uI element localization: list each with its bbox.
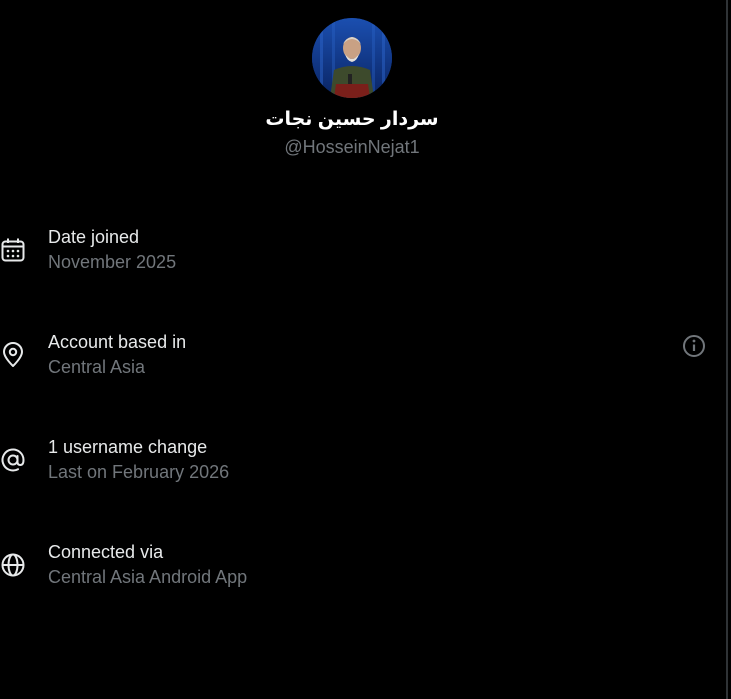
about-item-connected-via: Connected via Central Asia Android App xyxy=(0,542,726,602)
about-item-title: Account based in xyxy=(48,332,187,352)
about-item-title: Date joined xyxy=(48,227,140,247)
panel-divider xyxy=(726,0,728,699)
about-account-panel: سردار حسین نجات @HosseinNejat1 Date join… xyxy=(0,0,726,699)
location-pin-icon xyxy=(3,342,23,367)
about-item-date-joined: Date joined November 2025 xyxy=(0,227,726,287)
about-item-value: Last on February 2026 xyxy=(48,462,230,482)
about-item-title: Connected via xyxy=(48,542,164,562)
display-name: سردار حسین نجات xyxy=(265,109,439,130)
avatar-image xyxy=(312,18,392,98)
calendar-icon xyxy=(1,238,25,262)
about-item-value: November 2025 xyxy=(48,252,177,272)
at-sign-icon xyxy=(1,448,25,472)
about-item-title: 1 username change xyxy=(48,437,208,457)
about-item-value: Central Asia xyxy=(48,357,146,377)
info-icon[interactable] xyxy=(682,334,706,358)
about-item-value: Central Asia Android App xyxy=(48,567,248,587)
about-item-account-based-in: Account based in Central Asia xyxy=(0,332,726,392)
username-handle: @HosseinNejat1 xyxy=(284,137,420,157)
globe-icon xyxy=(1,553,25,577)
avatar[interactable] xyxy=(312,18,392,98)
about-item-username-change: 1 username change Last on February 2026 xyxy=(0,437,726,497)
